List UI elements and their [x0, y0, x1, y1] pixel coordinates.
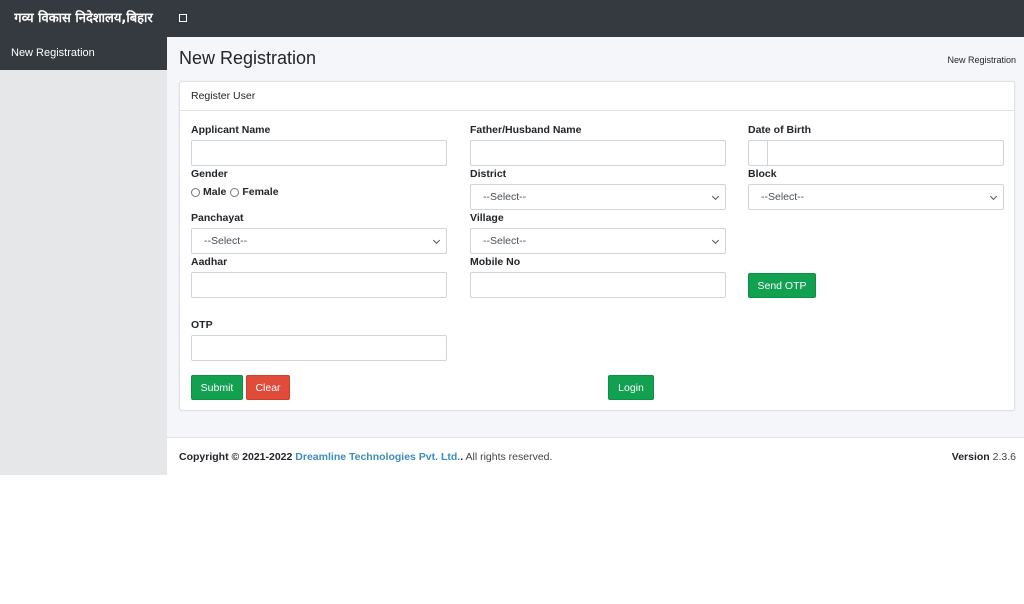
company-suffix: . — [460, 451, 464, 463]
copyright: Copyright © 2021-2022 Dreamline Technolo… — [179, 451, 552, 463]
applicant-name-label: Applicant Name — [191, 124, 271, 136]
village-select[interactable]: --Select-- — [470, 228, 726, 254]
village-label: Village — [470, 212, 504, 224]
footer: Copyright © 2021-2022 Dreamline Technolo… — [167, 437, 1024, 475]
father-name-input[interactable] — [470, 140, 726, 166]
chevron-down-icon — [711, 192, 720, 201]
aadhar-label: Aadhar — [191, 256, 228, 268]
login-button[interactable]: Login — [608, 375, 654, 400]
applicant-name-input[interactable] — [191, 140, 447, 166]
card-title: Register User — [180, 82, 1014, 111]
version-value: 2.3.6 — [992, 451, 1016, 463]
send-otp-button[interactable]: Send OTP — [748, 273, 816, 298]
block-selected-value: --Select-- — [761, 191, 805, 203]
chevron-down-icon — [711, 236, 720, 245]
panchayat-selected-value: --Select-- — [204, 235, 248, 247]
gender-options: Male Female — [191, 186, 279, 198]
district-label: District — [470, 168, 507, 180]
district-select[interactable]: --Select-- — [470, 184, 726, 210]
sidebar-item-new-registration[interactable]: New Registration — [0, 37, 167, 70]
otp-label: OTP — [191, 319, 213, 331]
mobile-label: Mobile No — [470, 256, 521, 268]
gender-male-radio[interactable] — [191, 187, 200, 197]
chevron-down-icon — [989, 192, 998, 201]
dob-input[interactable] — [748, 140, 1004, 166]
dob-divider — [767, 141, 768, 165]
submit-button[interactable]: Submit — [191, 375, 243, 400]
panchayat-select[interactable]: --Select-- — [191, 228, 447, 254]
gender-female-label: Female — [242, 186, 279, 198]
brand-title[interactable]: गव्य विकास निदेशालय,बिहार — [0, 0, 167, 37]
main-content: New Registration New Registration Regist… — [167, 37, 1024, 437]
clear-button[interactable]: Clear — [246, 375, 290, 400]
village-selected-value: --Select-- — [483, 235, 527, 247]
block-select[interactable]: --Select-- — [748, 184, 1004, 210]
gender-male-label: Male — [203, 186, 227, 198]
sidebar: New Registration — [0, 37, 167, 475]
block-label: Block — [748, 168, 777, 180]
gender-label: Gender — [191, 168, 228, 180]
register-user-card: Register User Applicant Name Father/Husb… — [179, 81, 1015, 411]
otp-input[interactable] — [191, 335, 447, 361]
mobile-input[interactable] — [470, 272, 726, 298]
version: Version 2.3.6 — [952, 451, 1016, 463]
company-link[interactable]: Dreamline Technologies Pvt. Ltd. — [295, 451, 460, 463]
rights-text: All rights reserved. — [465, 451, 553, 463]
dob-label: Date of Birth — [748, 124, 811, 136]
chevron-down-icon — [432, 236, 441, 245]
copyright-prefix: Copyright © 2021-2022 — [179, 451, 293, 463]
page-title: New Registration — [179, 48, 317, 68]
top-navbar: गव्य विकास निदेशालय,बिहार — [0, 0, 1024, 37]
father-name-label: Father/Husband Name — [470, 124, 582, 136]
menu-toggle-icon[interactable] — [179, 14, 187, 22]
breadcrumb: New Registration — [947, 55, 1016, 65]
gender-female-radio[interactable] — [230, 187, 240, 197]
version-label: Version — [951, 451, 990, 463]
district-selected-value: --Select-- — [483, 191, 527, 203]
panchayat-label: Panchayat — [191, 212, 244, 224]
aadhar-input[interactable] — [191, 272, 447, 298]
